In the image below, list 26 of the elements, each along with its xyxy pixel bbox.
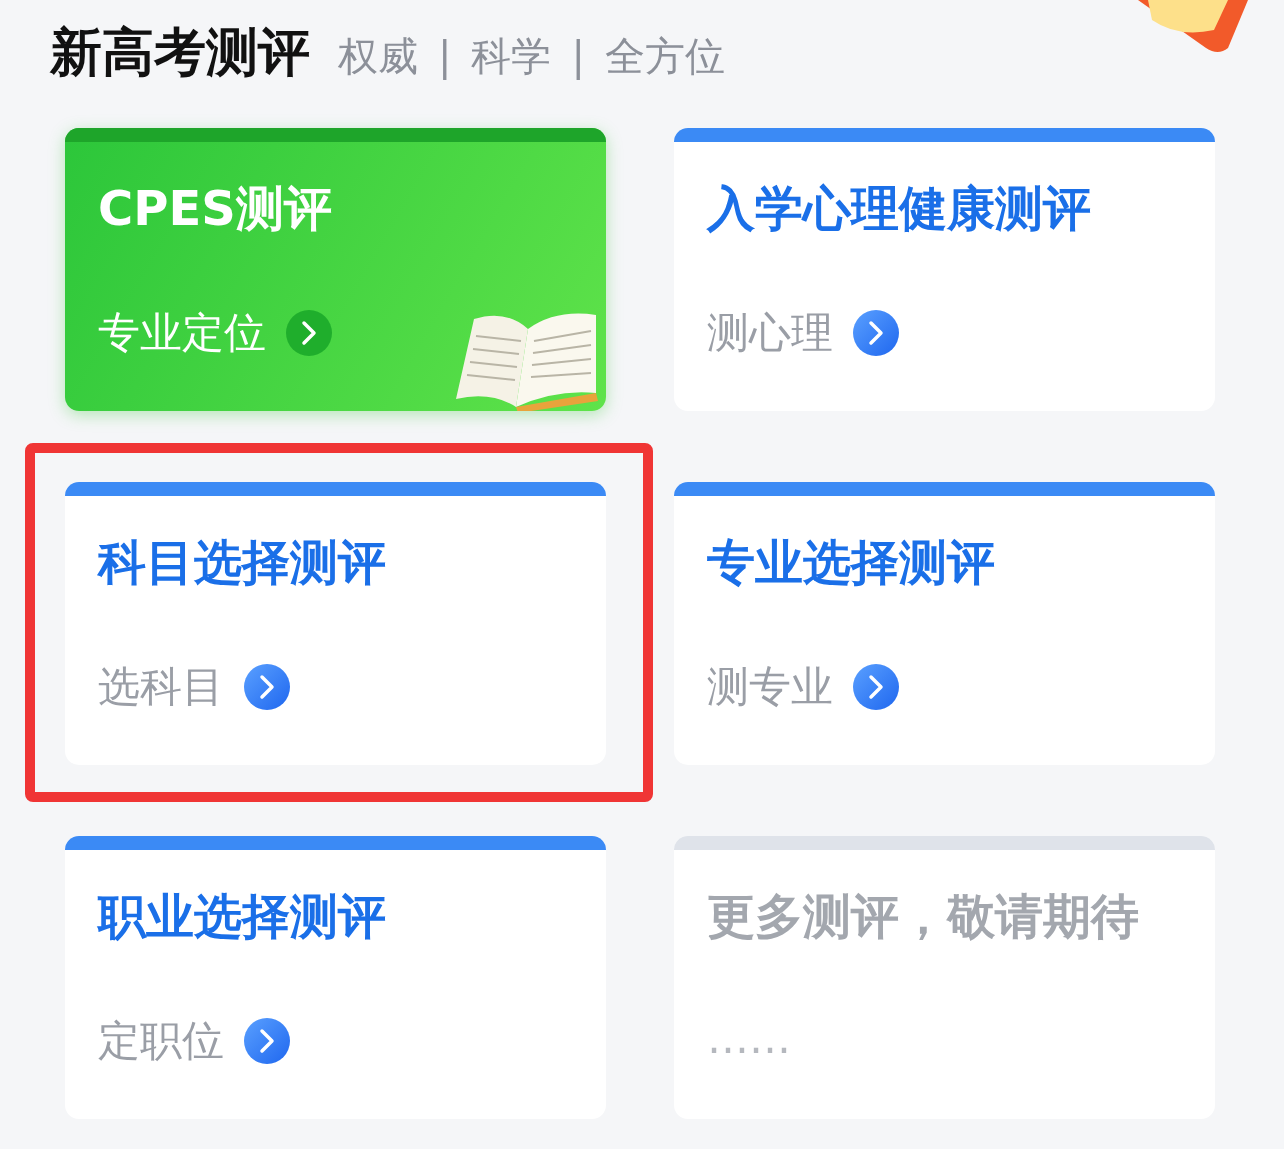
test-card[interactable]: 专业选择测评 测专业 <box>674 482 1215 765</box>
card-subtitle: 定职位 <box>98 1020 224 1062</box>
tagline-text: 科学 <box>471 36 552 76</box>
card-title: 入学心理健康测评 <box>707 184 1091 232</box>
card-title: CPES测评 <box>98 184 332 232</box>
card-title: 专业选择测评 <box>707 538 995 586</box>
card-title: 科目选择测评 <box>98 538 386 586</box>
card-title: 更多测评，敬请期待 <box>707 892 1139 940</box>
test-card[interactable]: 入学心理健康测评 测心理 <box>674 128 1215 411</box>
card-subtitle: 选科目 <box>98 666 224 708</box>
card-subtitle: 测专业 <box>707 666 833 708</box>
chevron-right-icon[interactable] <box>244 664 290 710</box>
section-title: 新高考测评 <box>50 26 310 78</box>
test-card[interactable]: 科目选择测评 选科目 <box>65 482 606 765</box>
card-title: 职业选择测评 <box>98 892 386 940</box>
card-subtitle: 专业定位 <box>98 312 266 354</box>
chevron-right-icon[interactable] <box>853 664 899 710</box>
chevron-right-icon[interactable] <box>286 310 332 356</box>
card-subtitle: 测心理 <box>707 312 833 354</box>
card-subtitle: …… <box>707 1018 791 1060</box>
chevron-right-icon[interactable] <box>853 310 899 356</box>
tagline-text: 全方位 <box>604 36 725 76</box>
tagline-text: 权威 <box>338 36 418 76</box>
test-card[interactable]: 更多测评，敬请期待 …… <box>674 836 1215 1119</box>
chevron-right-icon[interactable] <box>244 1018 290 1064</box>
test-card[interactable]: 职业选择测评 定职位 <box>65 836 606 1119</box>
